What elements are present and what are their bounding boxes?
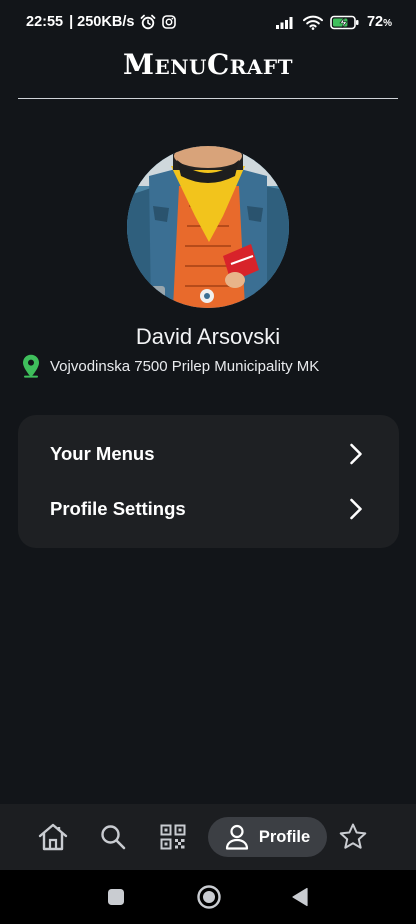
signal-icon (275, 15, 296, 29)
profile-settings-item[interactable]: Profile Settings (18, 483, 399, 535)
battery-charging-icon (330, 15, 360, 30)
app-title: MenuCraft (123, 48, 293, 81)
alarm-icon (140, 14, 156, 30)
qr-code-icon (160, 824, 186, 850)
battery-percent-value: 72 (366, 14, 384, 30)
bottom-nav: Profile (0, 804, 416, 870)
back-icon (291, 887, 309, 907)
nav-profile-label: Profile (258, 827, 311, 846)
map-pin-icon (22, 354, 40, 378)
status-right: 72% (275, 14, 392, 30)
system-back-button[interactable] (286, 883, 314, 911)
nav-home[interactable] (36, 820, 70, 854)
star-icon (338, 822, 368, 852)
instagram-icon (162, 15, 177, 29)
home-icon (37, 822, 69, 852)
profile-settings-label: Profile Settings (50, 498, 186, 519)
battery-percent: 72% (367, 14, 392, 30)
status-time: 22:55 (26, 14, 64, 30)
nav-search[interactable] (97, 821, 129, 853)
home-circle-icon (196, 884, 222, 910)
avatar[interactable] (127, 146, 289, 308)
your-menus-label: Your Menus (50, 443, 155, 464)
wifi-icon (302, 15, 323, 30)
search-icon (99, 823, 127, 851)
location-text: Vojvodinska 7500 Prilep Municipality MK (50, 357, 320, 375)
nav-qr[interactable] (157, 821, 189, 853)
system-recents-button[interactable] (102, 883, 130, 911)
title-divider (18, 98, 398, 99)
your-menus-item[interactable]: Your Menus (18, 428, 399, 480)
status-net-speed: | 250KB/s (69, 14, 135, 30)
profile-menu-card: Your Menus Profile Settings (18, 415, 399, 548)
status-bar: 22:55 | 250KB/s 72% (0, 0, 416, 44)
chevron-right-icon (349, 443, 363, 465)
battery-percent-unit: % (383, 18, 392, 29)
user-location: Vojvodinska 7500 Prilep Municipality MK (22, 354, 396, 378)
system-nav-bar (0, 870, 416, 924)
user-icon (225, 824, 249, 850)
nav-profile[interactable]: Profile (208, 817, 327, 857)
chevron-right-icon (349, 498, 363, 520)
nav-favorites[interactable] (336, 820, 370, 854)
user-name: David Arsovski (135, 324, 281, 349)
recents-icon (107, 888, 125, 906)
system-home-button[interactable] (194, 882, 224, 912)
status-left: 22:55 | 250KB/s (26, 14, 177, 30)
